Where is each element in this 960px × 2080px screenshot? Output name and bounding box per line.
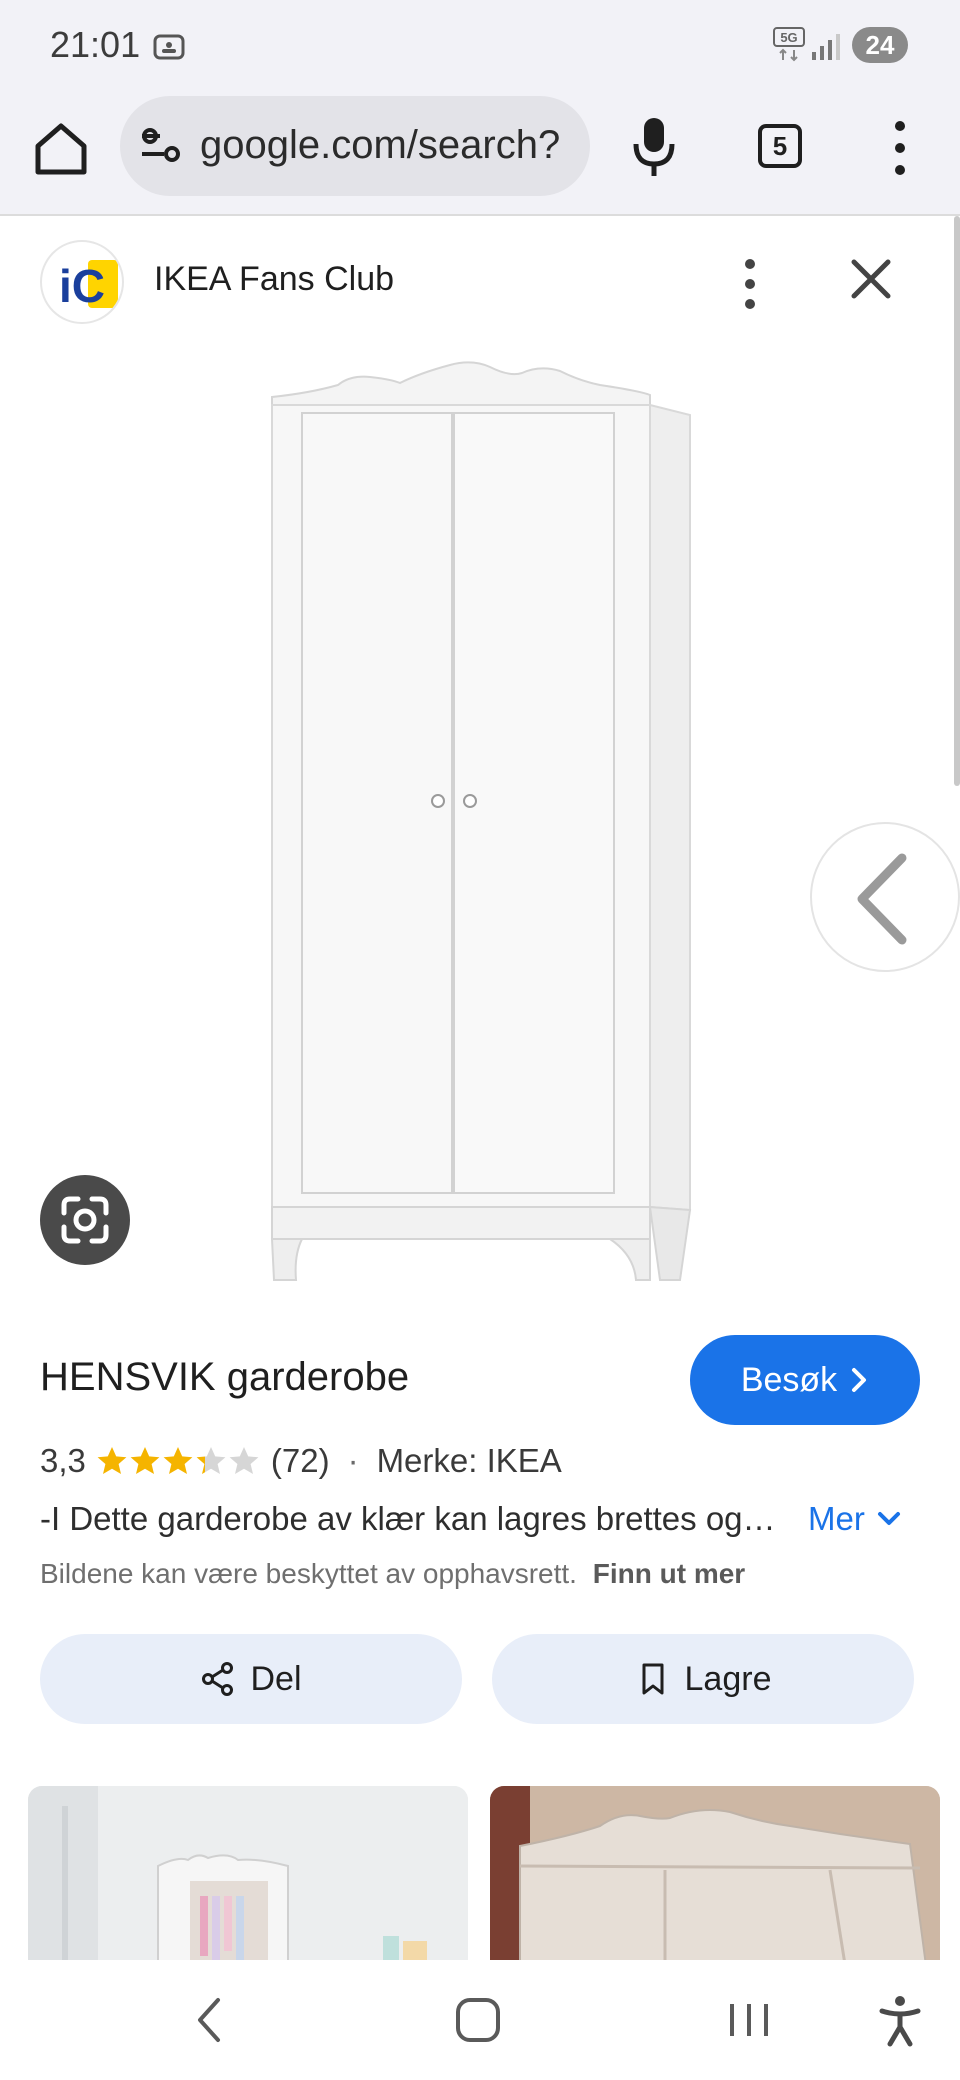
screenshot-notification-icon [153,34,185,60]
star-icon [196,1447,226,1474]
star-icon [97,1447,127,1474]
network-5g-icon: 5G [773,27,805,62]
address-bar[interactable]: google.com/search? [120,96,590,196]
signal-strength-icon [812,34,840,60]
home-icon[interactable] [30,118,92,180]
home-nav-icon[interactable] [456,1998,500,2042]
chevron-left-icon [857,853,907,945]
visit-button-label: Besøk [740,1360,838,1399]
svg-text:5G: 5G [780,30,797,45]
save-button[interactable]: Lagre [492,1634,914,1724]
star-icon [163,1447,193,1474]
previous-image-button[interactable] [810,822,960,972]
more-options-icon[interactable] [880,116,920,180]
star-icon [229,1447,259,1474]
learn-more-link[interactable]: Finn ut mer [593,1558,745,1589]
copyright-text: Bildene kan være beskyttet av opphavsret… [40,1558,577,1589]
review-count: (72) [270,1442,330,1479]
accessibility-icon[interactable] [878,1994,922,2048]
rating-value: 3,3 [40,1442,86,1479]
copyright-notice: Bildene kan være beskyttet av opphavsret… [40,1558,745,1590]
chevron-down-icon [877,1512,900,1525]
back-icon[interactable] [194,1996,222,2044]
lens-camera-icon [61,1196,109,1244]
google-lens-button[interactable] [40,1175,130,1265]
recent-apps-icon[interactable] [726,2000,772,2040]
rating-row: 3,3 (72) · Merke: IKEA [40,1438,562,1484]
close-icon[interactable] [846,254,896,304]
tab-switcher-button[interactable]: 5 [758,124,802,168]
battery-level: 24 [852,27,908,63]
url-text[interactable]: google.com/search? [200,123,560,168]
status-bar: 21:01 5G 24 [0,0,960,92]
more-link[interactable]: Mer [808,1500,901,1538]
source-more-icon[interactable] [730,254,770,314]
product-description: -I Dette garderobe av klær kan lagres br… [40,1500,776,1537]
visit-button[interactable]: Besøk [690,1335,920,1425]
screen: 21:01 5G 24 google.com/search? 5 iC IKEA… [0,0,960,2080]
ikea-fans-club-logo: iC [59,260,118,312]
scroll-indicator [954,216,960,786]
svg-text:iC: iC [59,260,105,312]
source-logo: iC [40,240,124,324]
star-icon [130,1447,160,1474]
image-source-header: iC IKEA Fans Club [0,216,960,346]
site-settings-icon[interactable] [140,126,184,166]
product-title: HENSVIK garderobe [40,1355,410,1399]
share-icon [202,1662,234,1696]
chevron-right-icon [852,1368,867,1392]
separator-dot: · [347,1442,359,1479]
microphone-icon[interactable] [630,114,678,180]
bookmark-icon [642,1663,664,1695]
share-button[interactable]: Del [40,1634,462,1724]
status-time: 21:01 [50,24,141,65]
description-row: -I Dette garderobe av klær kan lagres br… [40,1496,920,1542]
more-link-label: Mer [808,1500,865,1537]
save-button-label: Lagre [684,1659,772,1698]
source-name[interactable]: IKEA Fans Club [154,260,394,299]
system-navigation-bar [0,1960,960,2080]
star-rating [96,1445,261,1477]
brand-label: Merke: IKEA [376,1442,562,1479]
browser-toolbar: google.com/search? 5 [0,92,960,216]
product-image-wardrobe[interactable] [250,355,710,1290]
share-button-label: Del [250,1659,302,1698]
